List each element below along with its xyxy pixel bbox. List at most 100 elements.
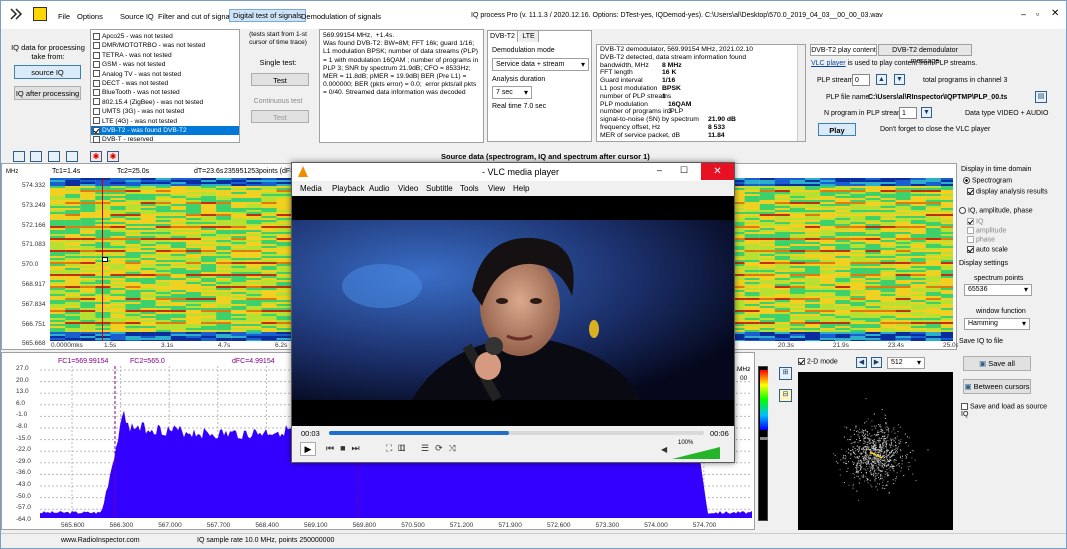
menu-demodulation[interactable]: Demodulation of signals	[301, 12, 381, 21]
play-button[interactable]: Play	[818, 123, 856, 136]
vlc-menu-subtitle[interactable]: Subtitle	[426, 184, 453, 193]
system-item[interactable]: LTE (4G) - was not tested	[91, 117, 239, 126]
demod-info-scrollbar[interactable]	[797, 45, 805, 141]
system-item[interactable]: DVB-T - reserved	[91, 135, 239, 144]
chart-icon-2[interactable]	[30, 151, 42, 162]
system-checkbox[interactable]	[93, 126, 100, 134]
vlc-player-link[interactable]: VLC player	[811, 60, 846, 67]
spectrogram-radio[interactable]: Spectrogram	[963, 177, 1012, 184]
system-item[interactable]: TETRA - was not tested	[91, 51, 239, 60]
vlc-menu-view[interactable]: View	[488, 184, 505, 193]
save-all-button[interactable]: ▣ Save all	[963, 356, 1031, 371]
chart-icon-3[interactable]	[48, 151, 60, 162]
menu-filter-cut[interactable]: Filter and cut of signal	[158, 12, 231, 21]
vlc-fullscreen-icon[interactable]: ⛶▥	[386, 443, 412, 454]
system-checkbox[interactable]	[93, 70, 100, 78]
vlc-maximize-icon[interactable]: ☐	[680, 165, 688, 176]
system-item[interactable]: DECT - was not tested	[91, 79, 239, 88]
system-checkbox[interactable]	[93, 79, 100, 87]
app-icon[interactable]	[9, 7, 23, 21]
iq-after-processing-button[interactable]: IQ after processing	[14, 86, 81, 100]
system-item[interactable]: GSM - was not tested	[91, 60, 239, 69]
scale-icon-1[interactable]: ⊞	[779, 367, 792, 380]
vlc-volume-slider[interactable]	[672, 447, 720, 459]
menu-digital-test[interactable]: Digital test of signals	[229, 9, 306, 22]
analysis-duration-select[interactable]: 7 sec	[492, 86, 532, 99]
color-scale[interactable]	[758, 366, 768, 521]
system-checkbox[interactable]	[93, 51, 100, 59]
system-checkbox[interactable]	[93, 89, 100, 97]
system-item[interactable]: Analog TV - was not tested	[91, 70, 239, 79]
vlc-menu-video[interactable]: Video	[398, 184, 418, 193]
iq-constellation[interactable]	[798, 372, 953, 530]
restore-icon[interactable]: ▫	[1036, 9, 1039, 19]
iq-prev-button[interactable]: ◀	[856, 357, 867, 368]
system-checkbox[interactable]	[93, 117, 100, 125]
cursor-marker[interactable]	[102, 257, 108, 262]
scale-icon-2[interactable]: ⊟	[779, 389, 792, 402]
iq-checkbox[interactable]: IQ	[967, 218, 983, 225]
save-icon[interactable]	[33, 7, 47, 21]
iq-points-select[interactable]: 512	[887, 357, 925, 369]
n-program-input[interactable]: 1	[899, 107, 917, 119]
cursor-icon-2[interactable]: ✱	[107, 151, 119, 162]
chart-icon-4[interactable]	[66, 151, 78, 162]
vlc-video[interactable]	[292, 196, 734, 426]
folder-icon[interactable]: ▤	[1035, 91, 1047, 103]
system-checkbox[interactable]	[93, 60, 100, 68]
system-item[interactable]: DMR/MOTOTRBO - was not tested	[91, 41, 239, 50]
iq-2d-mode[interactable]: 2-D mode	[798, 358, 838, 365]
auto-scale-checkbox[interactable]: auto scale	[967, 246, 1008, 253]
system-item[interactable]: DVB-T2 - was found DVB-T2	[91, 125, 239, 136]
vlc-menu-media[interactable]: Media	[300, 184, 322, 193]
system-checkbox[interactable]	[93, 32, 100, 40]
tab-lte[interactable]: LTE	[519, 31, 539, 42]
system-item[interactable]: 802.15.4 (ZigBee) - was not tested	[91, 98, 239, 107]
vlc-menu-playback[interactable]: Playback	[332, 184, 364, 193]
plp-stream-input[interactable]: 0	[852, 74, 870, 86]
continuous-test-button[interactable]: Test	[251, 110, 309, 123]
system-checkbox[interactable]	[93, 42, 100, 50]
systems-list[interactable]: Apco25 - was not tested DMR/MOTOTRBO - wa…	[90, 29, 240, 143]
cursor-icon-1[interactable]: ✱	[90, 151, 102, 162]
vlc-speaker-icon[interactable]: ◀	[661, 445, 667, 454]
vlc-menu-help[interactable]: Help	[513, 184, 529, 193]
system-item[interactable]: UMTS (3G) - was not tested	[91, 107, 239, 116]
vlc-minimize-icon[interactable]: –	[657, 165, 662, 175]
system-item[interactable]: Apco25 - was not tested	[91, 32, 239, 41]
vlc-menu-tools[interactable]: Tools	[460, 184, 479, 193]
vlc-transport-icons[interactable]: ⏮■⏭	[326, 443, 366, 454]
iq-next-button[interactable]: ▶	[871, 357, 882, 368]
save-load-checkbox[interactable]: Save and load as source IQ	[961, 403, 1056, 419]
system-checkbox[interactable]	[93, 98, 100, 106]
plp-up-button[interactable]: ▲	[876, 74, 887, 85]
tab-dvb-t2[interactable]: DVB-T2	[488, 31, 518, 42]
chart-icon-1[interactable]	[13, 151, 25, 162]
plp-down-button[interactable]: ▼	[894, 74, 905, 85]
between-cursors-button[interactable]: ▣ Between cursors	[963, 379, 1031, 394]
system-checkbox[interactable]	[93, 136, 100, 144]
vlc-playlist-icon[interactable]: ☰⟳⤨	[421, 443, 462, 454]
system-item[interactable]: BlueTooth - was not tested	[91, 88, 239, 97]
vlc-seek-bar[interactable]	[329, 431, 704, 435]
close-icon[interactable]: ✕	[1051, 8, 1059, 19]
spectrum-points-select[interactable]: 65536	[964, 284, 1032, 296]
source-iq-button[interactable]: source IQ	[14, 65, 81, 79]
minimize-icon[interactable]: –	[1021, 9, 1026, 19]
analysis-checkbox[interactable]: display analysis results	[967, 188, 1048, 195]
menu-options[interactable]: Options	[77, 12, 103, 21]
menu-file[interactable]: File	[58, 12, 70, 21]
phase-checkbox[interactable]: phase	[967, 236, 995, 243]
tab-play-content[interactable]: DVB-T2 play content	[810, 44, 877, 56]
tab-demod-message[interactable]: DVB-T2 demodulator message	[878, 44, 972, 65]
iq-amp-radio[interactable]: IQ, amplitude, phase	[959, 207, 1033, 214]
vlc-menu-audio[interactable]: Audio	[369, 184, 389, 193]
vlc-close-icon[interactable]: ✕	[701, 163, 734, 180]
amplitude-checkbox[interactable]: amplitude	[967, 227, 1006, 234]
menu-source-iq[interactable]: Source IQ	[120, 12, 154, 21]
single-test-button[interactable]: Test	[251, 73, 309, 86]
vlc-play-icon[interactable]: ▶	[300, 442, 316, 456]
nprog-down-button[interactable]: ▼	[921, 107, 932, 118]
demod-mode-select[interactable]: Service data + stream	[492, 58, 589, 71]
system-checkbox[interactable]	[93, 107, 100, 115]
